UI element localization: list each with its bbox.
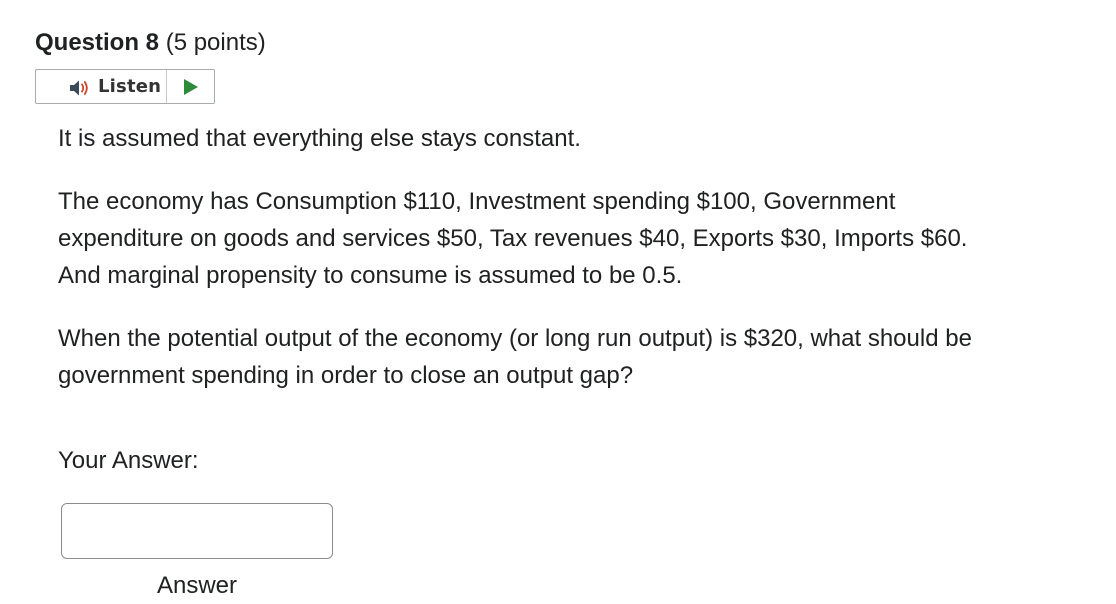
speaker-icon	[70, 80, 88, 96]
question-paragraph-1: It is assumed that everything else stays…	[58, 125, 581, 152]
answer-caption: Answer	[156, 572, 238, 599]
question-points: (5 points)	[165, 29, 266, 56]
question-header: Question 8 (5 points)	[35, 28, 266, 58]
question-paragraph-3: When the potential output of the economy…	[58, 325, 972, 389]
answer-input[interactable]	[61, 503, 333, 559]
listen-label: Listen	[98, 76, 162, 97]
play-button[interactable]	[167, 70, 214, 103]
question-paragraph-2: The economy has Consumption $110, Invest…	[58, 188, 968, 289]
play-icon	[183, 78, 198, 95]
question-title: Question 8	[35, 29, 160, 56]
answer-label: Your Answer:	[58, 447, 199, 474]
listen-button[interactable]: Listen	[36, 70, 167, 103]
listen-widget: Listen	[35, 69, 215, 104]
